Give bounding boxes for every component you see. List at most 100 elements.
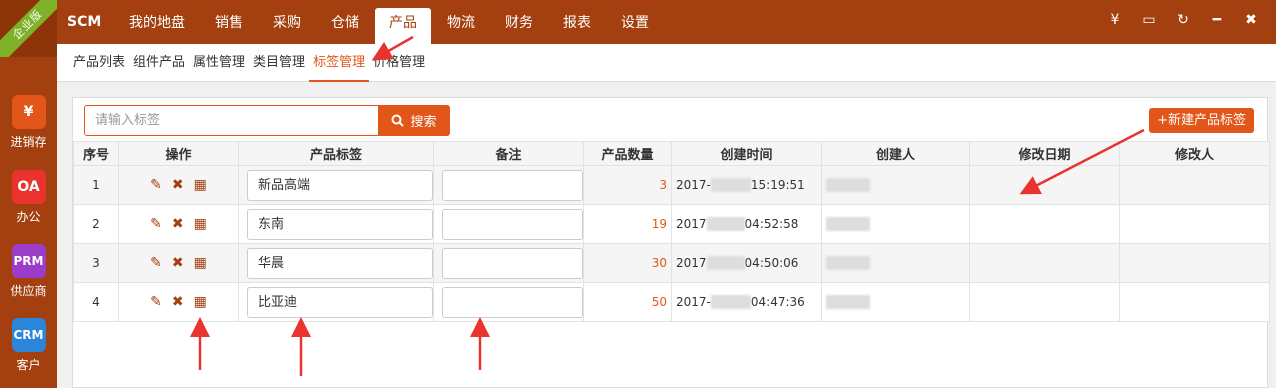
nav-product[interactable]: 产品: [375, 8, 431, 44]
product-count: 50: [583, 282, 672, 322]
table-header-row: 序号 操作 产品标签 备注 产品数量 创建时间 创建人 修改日期 修改人: [73, 141, 1270, 166]
grid-icon[interactable]: ▦: [194, 216, 207, 232]
col-header-tag[interactable]: 产品标签: [238, 141, 434, 166]
delete-icon[interactable]: ✖: [172, 255, 184, 271]
search-button-label: 搜索: [410, 115, 437, 130]
main-nav: 我的地盘 销售 采购 仓储 产品 物流 财务 报表 设置: [115, 8, 665, 44]
table-row: 2 ✎ ✖ ▦ 东南 19 2017 04:52:58: [73, 204, 1270, 244]
creator-cell: [821, 204, 970, 244]
tag-cell: 新品高端: [238, 165, 434, 205]
edit-icon[interactable]: ✎: [150, 177, 162, 193]
subnav-tag-mgmt[interactable]: 标签管理: [309, 44, 370, 82]
row-actions: ✎ ✖ ▦: [118, 243, 239, 283]
created-date: 2017: [676, 216, 707, 231]
app-crm[interactable]: CRM 客户: [0, 318, 57, 373]
note-input[interactable]: [442, 247, 583, 279]
col-header-created-time[interactable]: 创建时间: [671, 141, 822, 166]
subnav-product-list[interactable]: 产品列表: [69, 44, 129, 82]
nav-finance[interactable]: 财务: [491, 8, 547, 44]
delete-icon[interactable]: ✖: [172, 177, 184, 193]
window-controls: ¥ ▭ ↻ ━ ✖: [1098, 12, 1268, 28]
refresh-icon[interactable]: ↻: [1166, 12, 1200, 28]
edit-icon[interactable]: ✎: [150, 294, 162, 310]
tag-input[interactable]: 比亚迪: [247, 286, 433, 318]
search-button[interactable]: 搜索: [378, 105, 450, 136]
subnav-category-mgmt[interactable]: 类目管理: [249, 44, 309, 82]
note-input[interactable]: [442, 169, 583, 201]
created-time-cell: 2017 04:50:06: [671, 243, 822, 283]
col-header-index[interactable]: 序号: [73, 141, 119, 166]
app-oa[interactable]: OA 办公: [0, 170, 57, 225]
created-date: 2017: [676, 255, 707, 270]
modifier-cell: [1119, 204, 1270, 244]
nav-logistics[interactable]: 物流: [433, 8, 489, 44]
col-header-note[interactable]: 备注: [433, 141, 584, 166]
grid-icon[interactable]: ▦: [194, 255, 207, 271]
redacted-block: [706, 256, 745, 271]
modifier-cell: [1119, 282, 1270, 322]
redacted-block: [710, 178, 751, 193]
app-prm[interactable]: PRM 供应商: [0, 244, 57, 299]
redacted-block: [826, 295, 870, 310]
col-header-modifier[interactable]: 修改人: [1119, 141, 1270, 166]
nav-sales[interactable]: 销售: [201, 8, 257, 44]
subnav-price-mgmt[interactable]: 价格管理: [369, 44, 429, 82]
row-index: 3: [73, 243, 119, 283]
modifier-cell: [1119, 243, 1270, 283]
content-panel: 搜索 +新建产品标签 序号 操作 产品标签 备注 产品数量 创建时间 创建人 修…: [72, 97, 1270, 388]
tag-input[interactable]: 新品高端: [247, 169, 433, 201]
nav-my-space[interactable]: 我的地盘: [115, 8, 199, 44]
message-icon[interactable]: ▭: [1132, 12, 1166, 28]
close-icon[interactable]: ✖: [1234, 12, 1268, 28]
product-count: 19: [583, 204, 672, 244]
edit-icon[interactable]: ✎: [150, 216, 162, 232]
redacted-block: [710, 295, 751, 310]
note-input[interactable]: [442, 208, 583, 240]
subnav-component-product[interactable]: 组件产品: [129, 44, 189, 82]
tag-input[interactable]: 东南: [247, 208, 433, 240]
col-header-actions[interactable]: 操作: [118, 141, 239, 166]
table-row: 4 ✎ ✖ ▦ 比亚迪 50 2017- 04:47:36: [73, 282, 1270, 322]
grid-icon[interactable]: ▦: [194, 294, 207, 310]
tag-cell: 东南: [238, 204, 434, 244]
new-tag-button[interactable]: +新建产品标签: [1149, 108, 1254, 133]
redacted-block: [706, 217, 745, 232]
brand-logo: SCM: [67, 14, 102, 30]
col-header-creator[interactable]: 创建人: [821, 141, 970, 166]
app-label: 供应商: [10, 284, 47, 298]
col-header-count[interactable]: 产品数量: [583, 141, 672, 166]
redacted-block: [826, 256, 870, 271]
col-header-modified-date[interactable]: 修改日期: [969, 141, 1120, 166]
app-label: 进销存: [10, 135, 47, 149]
redacted-block: [826, 178, 870, 193]
tag-input[interactable]: 华晨: [247, 247, 433, 279]
search-input[interactable]: [84, 105, 379, 136]
nav-reports[interactable]: 报表: [549, 8, 605, 44]
product-count: 30: [583, 243, 672, 283]
table-row: 1 ✎ ✖ ▦ 新品高端 3 2017- 15:19:51: [73, 165, 1270, 205]
delete-icon[interactable]: ✖: [172, 294, 184, 310]
search-icon: [391, 114, 405, 127]
created-time-cell: 2017- 04:47:36: [671, 282, 822, 322]
subnav-attribute-mgmt[interactable]: 属性管理: [189, 44, 249, 82]
edit-icon[interactable]: ✎: [150, 255, 162, 271]
yen-icon[interactable]: ¥: [1098, 12, 1132, 28]
nav-settings[interactable]: 设置: [607, 8, 663, 44]
created-time-cell: 2017- 15:19:51: [671, 165, 822, 205]
app-inventory[interactable]: ¥ 进销存: [0, 95, 57, 150]
app-label: 客户: [16, 358, 41, 372]
created-time: 04:47:36: [750, 294, 805, 309]
creator-cell: [821, 165, 970, 205]
created-date: 2017-: [676, 177, 711, 192]
created-time: 04:50:06: [744, 255, 799, 270]
modified-date-cell: [969, 243, 1120, 283]
delete-icon[interactable]: ✖: [172, 216, 184, 232]
nav-warehouse[interactable]: 仓储: [317, 8, 373, 44]
created-time: 04:52:58: [744, 216, 799, 231]
nav-purchase[interactable]: 采购: [259, 8, 315, 44]
minimize-icon[interactable]: ━: [1200, 12, 1234, 28]
created-time-cell: 2017 04:52:58: [671, 204, 822, 244]
app-label: 办公: [16, 210, 41, 224]
note-input[interactable]: [442, 286, 583, 318]
grid-icon[interactable]: ▦: [194, 177, 207, 193]
